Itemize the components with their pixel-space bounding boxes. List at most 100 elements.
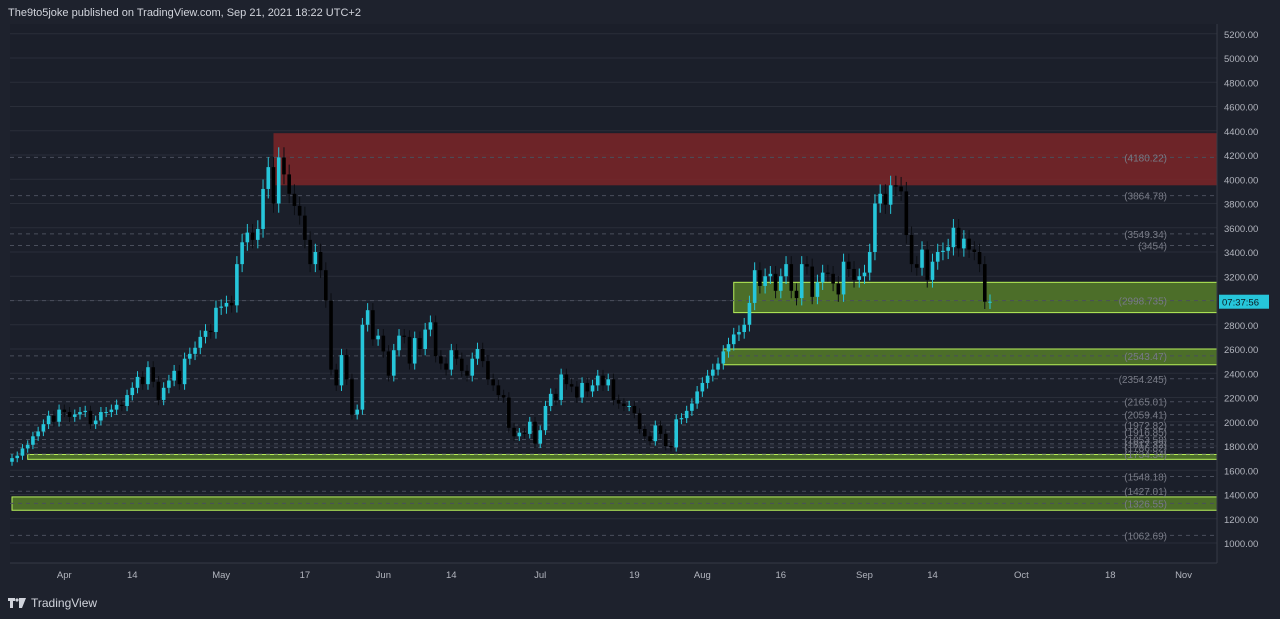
time-tick-label: 14 — [127, 570, 138, 581]
candle-body — [402, 335, 407, 337]
price-axis[interactable] — [1217, 0, 1280, 619]
candle-body — [988, 301, 992, 303]
price-chart[interactable]: (4180.22) (3864.78) (3549.34)(3454) (2998.7… — [0, 0, 1280, 619]
level-label: (3454) — [1138, 241, 1167, 252]
candle-body — [548, 393, 553, 406]
level-label: (4180.22) — [1124, 153, 1167, 164]
candle-body — [820, 272, 825, 283]
candle-body — [941, 250, 945, 252]
candle-body — [52, 415, 56, 422]
candle-body — [962, 238, 966, 249]
candle-body — [982, 264, 987, 302]
price-tick-label: 2800.00 — [1224, 321, 1258, 332]
level-label: (1326.55) — [1124, 499, 1167, 510]
candle-body — [648, 436, 652, 442]
candle-body — [690, 403, 694, 411]
candle-body — [41, 424, 46, 432]
candle-body — [167, 380, 171, 388]
price-tick-label: 3600.00 — [1224, 224, 1258, 235]
candle-body — [271, 167, 276, 204]
candle-body — [329, 300, 333, 370]
price-tick-label: 3800.00 — [1224, 200, 1258, 211]
candle-body — [847, 261, 851, 269]
candle-body — [857, 276, 862, 280]
candle-body — [501, 395, 506, 398]
candle-body — [412, 338, 417, 364]
level-label: (1427.01) — [1124, 487, 1167, 498]
price-tick-label: 1000.00 — [1224, 539, 1258, 550]
candle-body — [967, 238, 971, 250]
candle-body — [920, 249, 924, 268]
price-tick-label: 4600.00 — [1224, 103, 1258, 114]
candle-body — [538, 430, 543, 444]
level-label: (2354.245) — [1119, 375, 1167, 386]
candle-body — [507, 397, 511, 428]
price-tick-label: 5200.00 — [1224, 30, 1258, 41]
price-tick-label: 3400.00 — [1224, 248, 1258, 259]
candle-body — [768, 273, 773, 277]
candle-body — [376, 335, 380, 340]
candle-body — [611, 379, 616, 400]
price-tick-label: 1400.00 — [1224, 491, 1258, 502]
candle-body — [418, 338, 422, 349]
price-tick-label: 2600.00 — [1224, 345, 1258, 356]
time-tick-label: Apr — [57, 570, 72, 581]
level-label: (2165.01) — [1124, 398, 1167, 409]
price-tick-label: 2000.00 — [1224, 418, 1258, 429]
candle-body — [287, 174, 291, 194]
candle-body — [951, 227, 956, 248]
footer-brand-label: TradingView — [31, 596, 98, 610]
candle-body — [465, 370, 469, 376]
candle-body — [360, 324, 365, 410]
candle-body — [224, 302, 229, 307]
candle-body — [397, 335, 401, 351]
candle-body — [365, 310, 370, 325]
time-tick-label: 14 — [927, 570, 938, 581]
candle-body — [20, 448, 25, 456]
candle-body — [151, 367, 156, 382]
candle-body — [177, 370, 182, 385]
candle-body — [146, 367, 150, 385]
candle-body — [721, 351, 726, 364]
candle-body — [245, 232, 250, 243]
candle-body — [229, 302, 234, 306]
price-tick-label: 1600.00 — [1224, 466, 1258, 477]
candle-body — [57, 409, 61, 422]
candle-body — [428, 322, 433, 330]
candle-body — [240, 242, 244, 265]
candle-body — [78, 412, 82, 415]
candle-body — [386, 351, 391, 376]
price-tick-label: 2400.00 — [1224, 369, 1258, 380]
candle-body — [622, 403, 626, 406]
candle-body — [125, 395, 129, 406]
level-label: (1062.69) — [1124, 531, 1167, 542]
candle-body — [794, 290, 799, 299]
candle-body — [909, 235, 914, 265]
candle-body — [658, 425, 663, 434]
candle-body — [653, 425, 658, 442]
time-tick-label: 19 — [629, 570, 640, 581]
candle-body — [606, 379, 611, 386]
candle-body — [318, 252, 323, 271]
candle-body — [135, 376, 140, 388]
candle-body — [972, 249, 977, 252]
candle-body — [763, 276, 767, 286]
candle-body — [496, 385, 501, 396]
candle-body — [564, 374, 569, 385]
footer-brand[interactable]: TradingView — [8, 596, 97, 610]
candle-body — [752, 270, 757, 303]
candle-body — [512, 427, 516, 437]
candle-body — [637, 413, 642, 430]
candle-body — [873, 203, 877, 252]
candle-body — [198, 336, 203, 348]
candle-body — [674, 419, 679, 448]
candle-body — [904, 191, 909, 236]
candle-body — [256, 228, 260, 240]
candle-body — [203, 330, 208, 337]
time-axis[interactable] — [0, 563, 1217, 585]
candle-body — [31, 436, 35, 445]
candle-body — [585, 382, 590, 392]
candle-body — [925, 249, 930, 280]
candle-body — [742, 324, 746, 333]
candle-body — [711, 369, 715, 376]
